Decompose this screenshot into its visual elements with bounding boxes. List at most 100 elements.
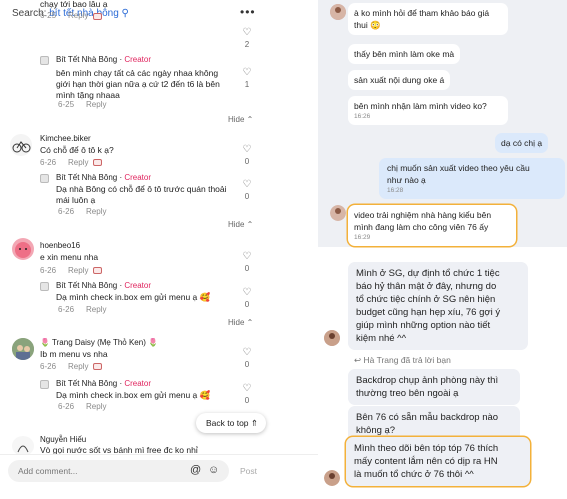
comment-username[interactable]: 🌷 Trang Daisy (Mẹ Thỏ Ken) 🌷: [40, 338, 158, 347]
reply-text: Dạ nhà Bông có chỗ để ô tô trước quán th…: [56, 184, 227, 205]
reply-text: Dạ mình check in.box em gửi menu ạ 🥰: [56, 390, 211, 400]
pin-icon: [93, 363, 102, 370]
user-photo-icon: [324, 470, 340, 486]
reply-link[interactable]: Reply: [86, 402, 106, 411]
emoji-icon[interactable]: ☺: [208, 464, 219, 476]
more-options-icon[interactable]: •••: [240, 5, 256, 19]
reply-link[interactable]: Reply: [86, 207, 106, 216]
like-heart-icon[interactable]: ♡: [241, 180, 253, 190]
bike-avatar-icon: [10, 134, 32, 156]
creator-username: Bít Tết Nhà Bông · Creator: [56, 379, 152, 388]
avatar[interactable]: [12, 436, 34, 456]
post-button[interactable]: Post: [240, 466, 257, 476]
avatar[interactable]: [10, 134, 32, 156]
comment-meta: 6-26 Reply: [58, 305, 107, 314]
like-heart-icon[interactable]: ♡: [241, 384, 253, 394]
message-bubble[interactable]: à ko mình hỏi để tham khảo báo giá thui …: [348, 3, 508, 35]
reply-arrow-icon: ↩: [354, 355, 362, 365]
comment-text: e xin menu nha: [40, 252, 99, 262]
comment-meta: 6-26 Reply: [40, 266, 89, 275]
like-count: 1: [244, 80, 250, 89]
hide-replies-button[interactable]: Hide ⌃: [228, 318, 253, 327]
comment-meta: 6-26 Reply: [58, 207, 107, 216]
message-time: 16:29: [354, 234, 371, 241]
sender-avatar[interactable]: [324, 330, 340, 346]
message-bubble[interactable]: bên mình nhận làm mình video ko? 16:26: [348, 96, 508, 125]
comment-date: 6-25: [40, 11, 57, 20]
like-heart-icon[interactable]: ♡: [241, 252, 253, 262]
comment-username[interactable]: Nguyễn Hiếu: [40, 435, 86, 444]
creator-avatar: [40, 56, 49, 65]
message-bubble-sent[interactable]: chị muốn sản xuất video theo yêu cầu như…: [379, 158, 565, 199]
reply-link[interactable]: Reply: [68, 11, 88, 20]
message-time: 16:26: [354, 113, 371, 120]
comment-text: Ib m menu vs nha: [40, 349, 108, 359]
user-photo-icon: [330, 205, 346, 221]
comments-panel: Search: bít tết nhà bông ⚲ ••• chạy tới …: [0, 0, 318, 499]
pin-icon: [93, 13, 102, 20]
message-bubble[interactable]: thấy bên mình làm oke mà: [348, 44, 461, 64]
creator-username: Bít Tết Nhà Bông · Creator: [56, 281, 152, 290]
creator-avatar: [40, 380, 49, 389]
hide-replies-button[interactable]: Hide ⌃: [228, 220, 253, 229]
like-count: 0: [244, 360, 250, 369]
comment-meta: 6-25 Reply: [58, 100, 107, 109]
like-count: 0: [244, 192, 250, 201]
like-count: 0: [244, 300, 250, 309]
pink-character-avatar-icon: [15, 242, 31, 258]
user-photo-icon: [324, 330, 340, 346]
like-count: 2: [244, 40, 250, 49]
like-count: 0: [244, 157, 250, 166]
message-bubble[interactable]: Backdrop chụp ảnh phòng này thì thường t…: [348, 369, 520, 405]
creator-avatar: [40, 282, 49, 291]
up-arrow-icon: ⇑: [250, 418, 259, 428]
reply-link[interactable]: Reply: [86, 305, 106, 314]
user-photo-icon: [330, 4, 346, 20]
search-icon: ⚲: [121, 8, 129, 19]
message-bubble-sent[interactable]: dạ có chị ạ: [495, 133, 549, 153]
message-bubble[interactable]: Mình ở SG, dự định tổ chức 1 tiệc báo hỷ…: [348, 262, 528, 350]
like-count: 0: [244, 264, 250, 273]
creator-avatar: [40, 174, 49, 183]
like-heart-icon[interactable]: ♡: [241, 28, 253, 38]
reply-text: Dạ mình check in.box em gửi menu ạ 🥰: [56, 292, 211, 302]
creator-username: Bít Tết Nhà Bông · Creator: [56, 173, 152, 182]
like-heart-icon[interactable]: ♡: [241, 288, 253, 298]
comment-meta: 6-25 Reply: [40, 11, 100, 20]
avatar[interactable]: [12, 338, 34, 360]
chat-history-top: à ko mình hỏi để tham khảo báo giá thui …: [318, 0, 567, 247]
message-time: 16:28: [387, 187, 404, 194]
comment-meta: 6-26 Reply: [58, 402, 107, 411]
family-photo-avatar-icon: [12, 338, 34, 360]
sketch-avatar-icon: [17, 445, 29, 453]
comment-username[interactable]: Kimchee.biker: [40, 134, 91, 143]
like-heart-icon[interactable]: ♡: [241, 145, 253, 155]
message-bubble-highlighted[interactable]: video trải nghiệm nhà hàng kiểu bên mình…: [348, 205, 516, 246]
comment-text: Có chỗ để ô tô k ạ?: [40, 145, 114, 155]
mention-icon[interactable]: @: [190, 464, 201, 476]
like-count: 0: [244, 396, 250, 405]
reply-link[interactable]: Reply: [86, 100, 106, 109]
avatar[interactable]: [12, 238, 34, 260]
creator-username: Bít Tết Nhà Bông · Creator: [56, 55, 152, 64]
reply-notice: ↩ Hà Trang đã trả lời bạn: [354, 355, 451, 365]
sender-avatar[interactable]: [330, 205, 346, 221]
reply-link[interactable]: Reply: [68, 266, 88, 275]
message-bubble[interactable]: sản xuất nội dung oke á: [348, 70, 451, 90]
comment-username[interactable]: hoenbeo16: [40, 241, 80, 250]
sender-avatar[interactable]: [330, 4, 346, 20]
comment-input[interactable]: Add comment... @ ☺: [8, 460, 229, 482]
pin-icon: [93, 267, 102, 274]
back-to-top-button[interactable]: Back to top ⇑: [196, 413, 266, 433]
comment-meta: 6-26 Reply: [40, 158, 89, 167]
sender-avatar[interactable]: [324, 470, 340, 486]
like-heart-icon[interactable]: ♡: [241, 348, 253, 358]
comment-text: chạy tới bao lâu ạ: [40, 0, 108, 9]
hide-replies-button[interactable]: Hide ⌃: [228, 115, 253, 124]
reply-link[interactable]: Reply: [68, 158, 88, 167]
chat-panel: à ko mình hỏi để tham khảo báo giá thui …: [318, 0, 567, 499]
pin-icon: [93, 159, 102, 166]
reply-link[interactable]: Reply: [68, 362, 88, 371]
message-bubble-highlighted[interactable]: Mình theo dõi bên tóp tóp 76 thích mấy c…: [346, 437, 530, 486]
like-heart-icon[interactable]: ♡: [241, 68, 253, 78]
